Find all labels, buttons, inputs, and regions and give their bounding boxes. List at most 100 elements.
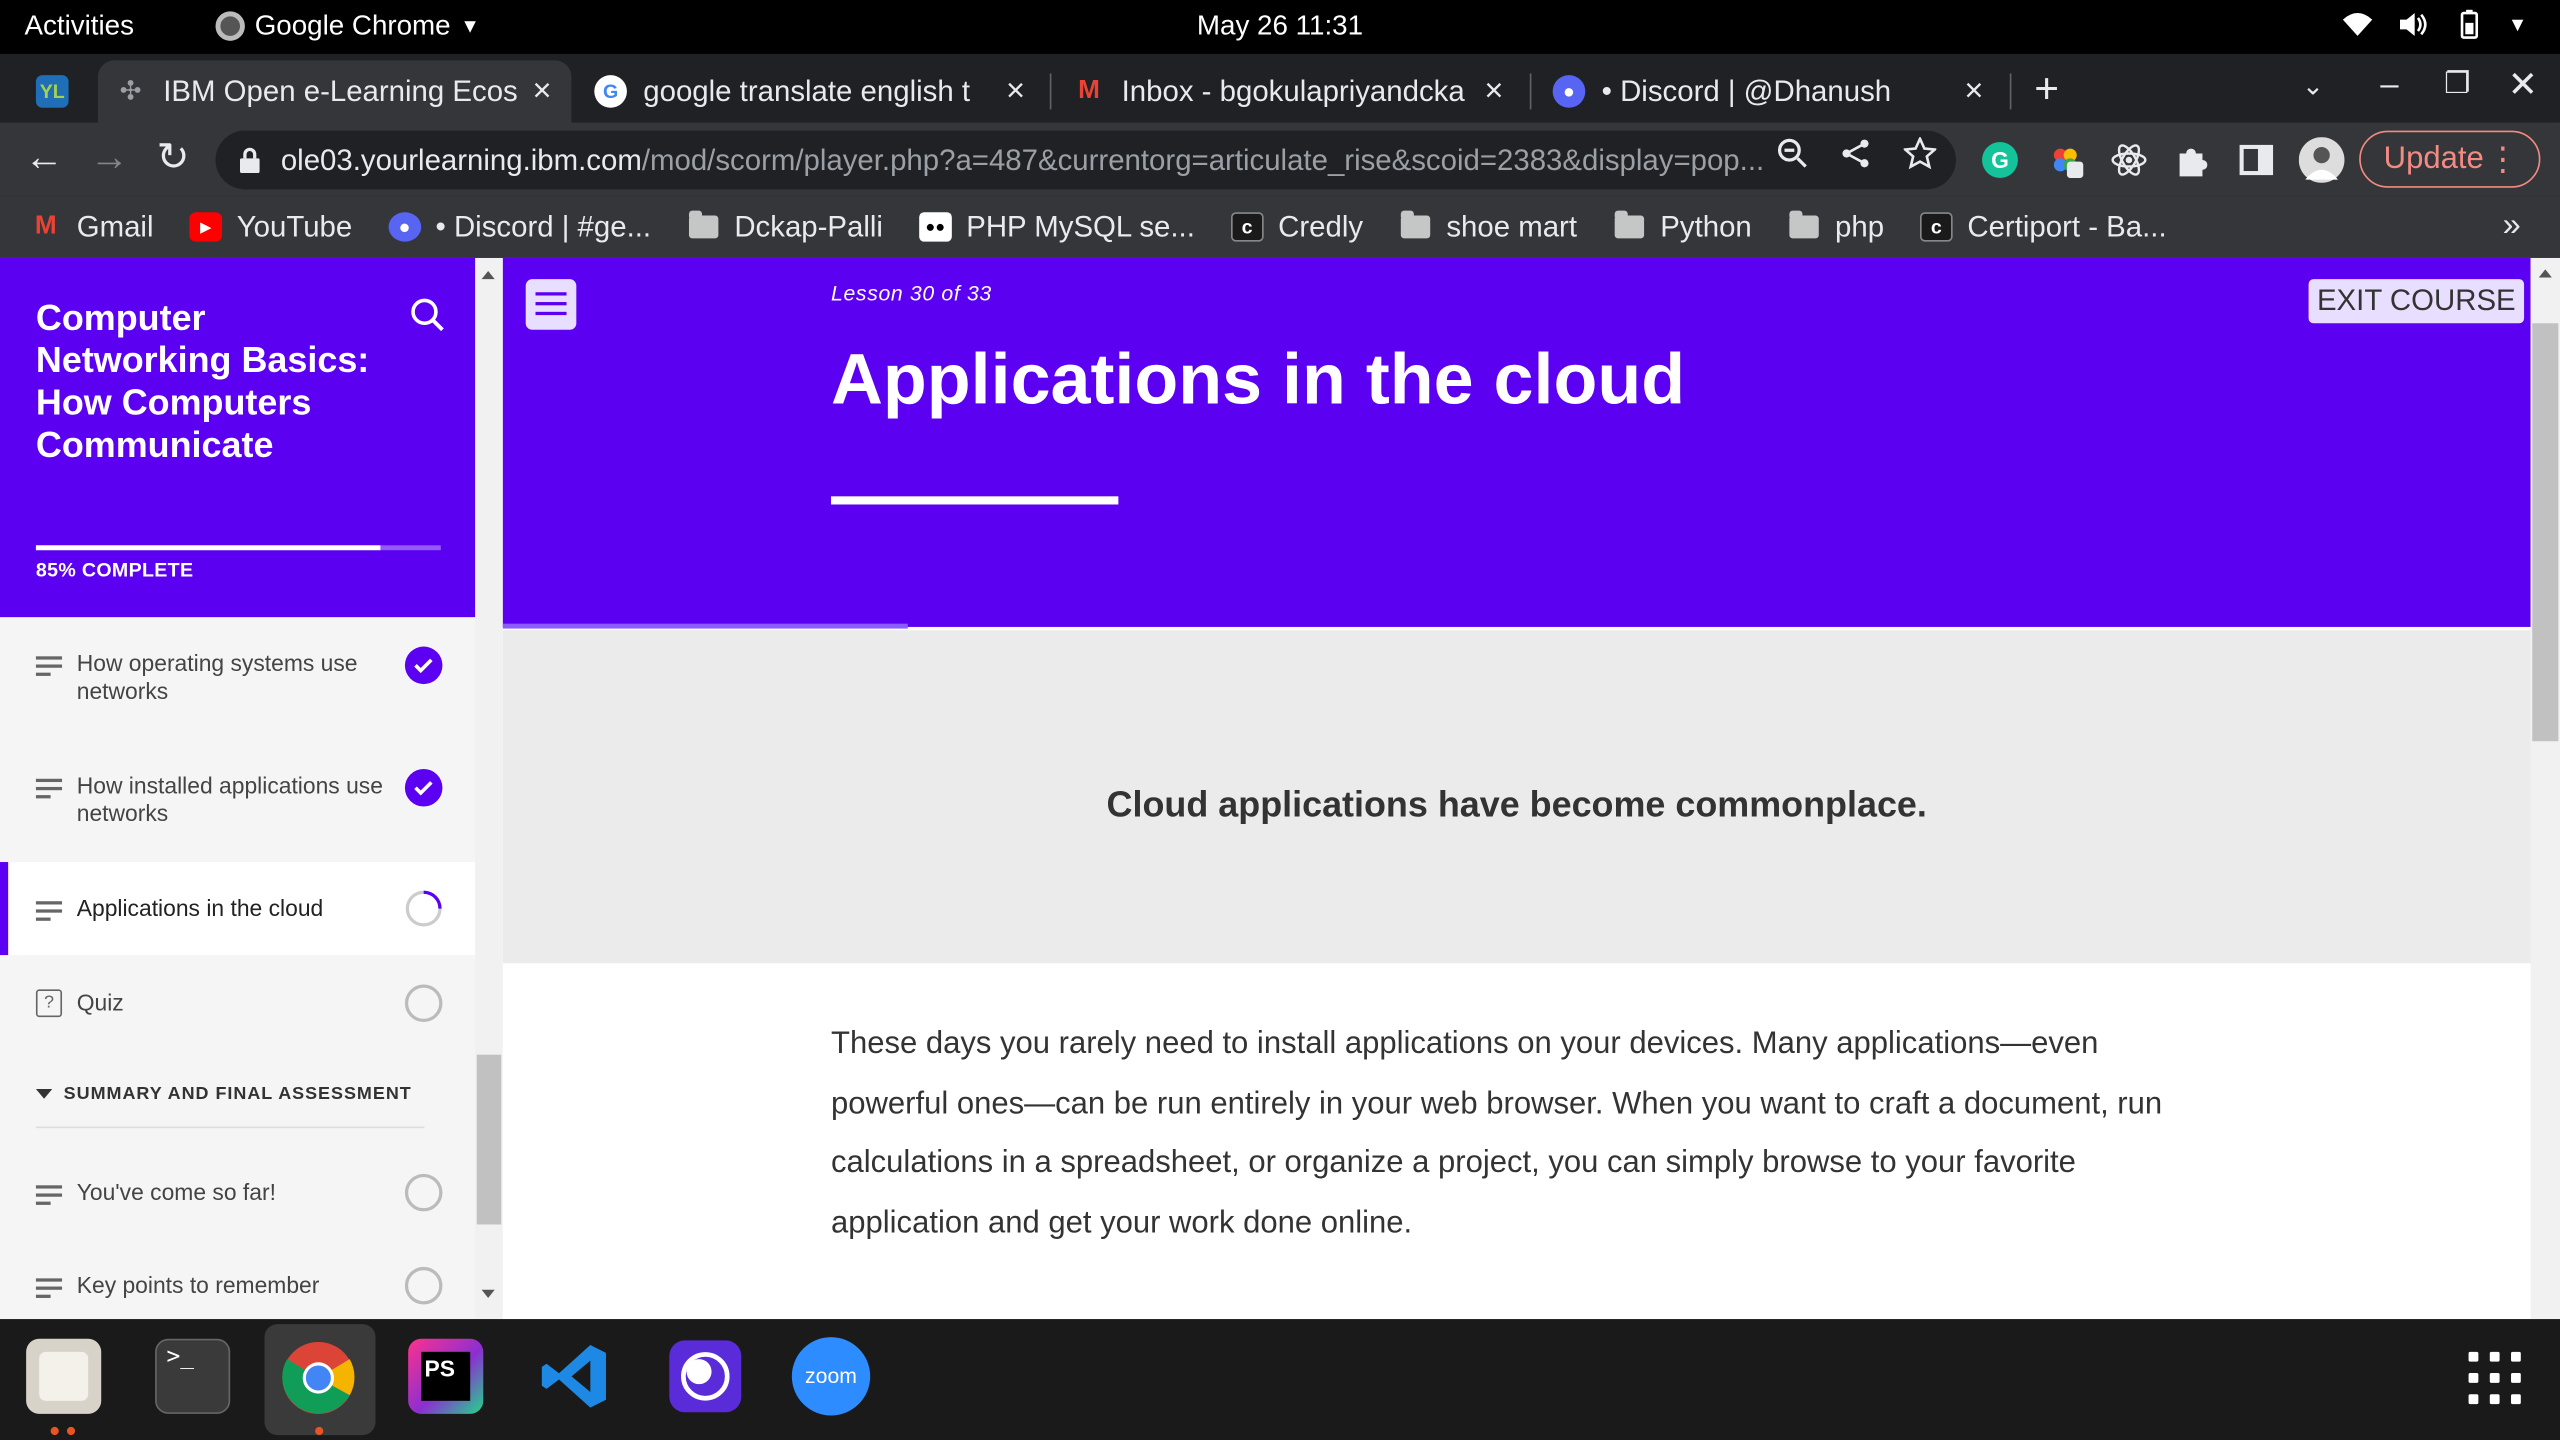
tab-google-translate[interactable]: G google translate english t × [578,60,1045,122]
text-lesson-icon [35,1185,63,1209]
course-progress-bar [35,545,441,551]
search-icon[interactable] [410,297,446,333]
forward-button[interactable]: → [88,138,130,181]
callout-block: Cloud applications have become commonpla… [502,630,2531,964]
bookmark-label: Certiport - Ba... [1967,209,2167,243]
bookmark-star-icon[interactable] [1903,137,1937,170]
terminal-icon[interactable]: >_ [155,1338,231,1414]
zoom-icon[interactable]: zoom [791,1337,871,1416]
more-vert-icon: ⋮ [2486,142,2520,178]
ibm-icon: ✣ [119,78,142,107]
exit-course-button[interactable]: EXIT COURSE [2308,279,2525,324]
section-label: SUMMARY AND FINAL ASSESSMENT [63,1084,412,1104]
bookmark-credly[interactable]: c Credly [1230,210,1363,244]
tab-title: Inbox - bgokulapriyandcka [1121,74,1465,107]
section-header-summary[interactable]: SUMMARY AND FINAL ASSESSMENT [35,1084,412,1104]
update-button[interactable]: Update ⋮ [2359,130,2541,188]
course-progress-label: 85% COMPLETE [35,558,194,582]
check-circle-icon [404,646,443,685]
bookmark-label: • Discord | #ge... [435,209,652,243]
chevron-down-icon: ▼ [460,14,480,38]
address-bar[interactable]: ole03.yourlearning.ibm.com /mod/scorm/pl… [215,130,1956,190]
chrome-app-icon [215,11,245,41]
tab-search-chevron-icon[interactable]: ⌄ [2302,70,2324,103]
show-applications-icon[interactable] [2468,1351,2525,1408]
tab-title: • Discord | @Dhanush [1601,74,1892,107]
phpstorm-icon[interactable]: PS [408,1338,484,1414]
bookmark-discord[interactable]: ● • Discord | #ge... [388,210,651,244]
chevron-down-icon: ▼ [2507,13,2528,36]
unknown-app-icon[interactable] [668,1339,743,1414]
sidebar-item-label: Applications in the cloud [76,894,324,921]
system-tray[interactable]: ▼ [2341,8,2527,41]
bookmark-certiport[interactable]: c Certiport - Ba... [1920,210,2167,244]
share-icon[interactable] [1840,137,1873,170]
dock: >_ PS zoom [0,1319,2560,1440]
bookmark-folder-php[interactable]: php [1788,210,1884,244]
files-icon[interactable] [26,1338,102,1414]
tab-gmail-inbox[interactable]: M Inbox - bgokulapriyandcka × [1056,60,1523,122]
color-picker-icon[interactable] [2046,140,2085,179]
text-lesson-icon [35,901,63,925]
page-scrollbar[interactable] [2530,257,2560,1320]
bookmark-label: Dckap-Palli [734,209,883,243]
close-icon[interactable]: × [526,73,559,111]
scroll-down-arrow[interactable] [481,1289,495,1298]
minimize-button[interactable]: – [2380,67,2398,105]
scroll-up-arrow[interactable] [481,271,495,280]
extensions-puzzle-icon[interactable] [2173,140,2212,179]
restore-button[interactable]: ❐ [2444,67,2470,101]
new-tab-button[interactable]: + [2034,64,2059,115]
close-icon[interactable]: × [1478,73,1511,111]
bookmark-label: YouTube [236,209,353,243]
system-top-bar: Activities Google Chrome ▼ May 26 11:31 … [0,0,2560,54]
reload-button[interactable]: ↻ [152,138,194,181]
bookmark-folder-shoe-mart[interactable]: shoe mart [1399,210,1577,244]
tab-strip: YL ✣ IBM Open e-Learning Ecos × G google… [0,53,2560,123]
tab-title: google translate english t [643,74,971,107]
tab-separator [1049,73,1052,110]
quiz-icon: ? [35,989,63,1018]
wifi-icon [2343,13,2373,36]
bookmark-folder-dckap[interactable]: Dckap-Palli [687,210,883,244]
lesson-title: Applications in the cloud [831,339,1686,420]
bookmark-youtube[interactable]: ▶ YouTube [189,210,352,244]
folder-icon [1788,210,1821,241]
close-icon[interactable]: × [999,73,1032,111]
avatar[interactable] [2298,137,2345,183]
medium-icon: ●● [918,212,952,242]
react-devtools-icon[interactable] [2109,140,2148,179]
page-scroll-thumb[interactable] [2532,323,2559,742]
tab-discord[interactable]: ● • Discord | @Dhanush × [1536,60,2003,122]
chrome-icon[interactable] [281,1340,356,1415]
empty-circle-icon [404,984,443,1023]
bookmark-label: Gmail [76,209,154,243]
zoom-label: zoom [805,1363,857,1388]
tab-ibm-elearning[interactable]: ✣ IBM Open e-Learning Ecos × [97,60,572,123]
pinned-tab[interactable]: YL [23,60,95,122]
app-menu[interactable]: Google Chrome ▼ [215,10,480,43]
activities-button[interactable]: Activities [24,10,134,43]
sidebar-toggle-button[interactable] [525,279,577,330]
sidebar-scroll-thumb[interactable] [476,1054,502,1225]
sidebar-header: Computer Networking Basics: How Computer… [0,257,477,618]
grammarly-icon[interactable]: G [1980,140,2019,179]
lesson-counter: Lesson 30 of 33 [831,280,992,306]
close-icon[interactable]: × [1958,73,1991,111]
credly-icon: c [1920,212,1953,242]
scroll-up-arrow[interactable] [2538,269,2552,278]
google-icon: G [594,75,627,108]
side-panel-icon[interactable] [2237,140,2276,179]
sidebar-scrollbar[interactable] [475,257,503,1320]
close-window-button[interactable]: ✕ [2508,64,2538,106]
text-lesson-icon [35,656,63,680]
bookmark-label: Python [1660,209,1752,243]
more-bookmarks-button[interactable]: » [2503,207,2521,245]
back-button[interactable]: ← [23,138,65,181]
check-circle-icon [404,768,443,807]
bookmark-php-mysql[interactable]: ●● PHP MySQL se... [918,210,1195,244]
vscode-icon[interactable] [537,1339,612,1414]
zoom-icon[interactable] [1776,137,1809,170]
bookmark-gmail[interactable]: M Gmail [29,209,154,244]
bookmark-folder-python[interactable]: Python [1613,210,1752,244]
